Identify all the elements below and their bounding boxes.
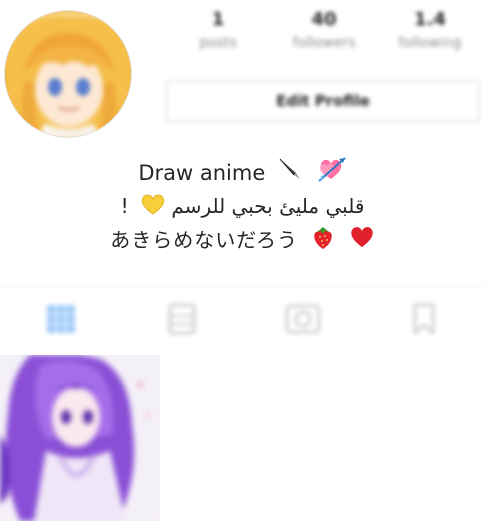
tab-saved[interactable]: [364, 287, 485, 354]
red-heart-icon: [349, 225, 375, 259]
profile-avatar[interactable]: [4, 10, 132, 138]
avatar-anime-art: [5, 11, 131, 137]
posts-label: posts: [199, 35, 237, 51]
profile-page: 1 posts 40 followers 1.4 following Edit …: [0, 0, 485, 521]
grid-icon: [44, 302, 78, 340]
bio-line-3: あきらめないだろう: [0, 223, 485, 257]
tab-grid[interactable]: [0, 287, 121, 354]
tagged-icon: [284, 302, 322, 340]
bio-line-2: قلبي مليئ بحبي للرسم !: [0, 189, 485, 223]
bio-line-1-text: Draw anime: [138, 161, 266, 185]
profile-stats: 1 posts 40 followers 1.4 following: [168, 8, 480, 70]
tab-list[interactable]: [121, 287, 242, 354]
profile-bio: Draw anime قلبي مليئ بحبي للرسم ! あきらめない…: [0, 155, 485, 257]
stat-following[interactable]: 1.4 following: [380, 8, 480, 70]
bio-line-1: Draw anime: [0, 155, 485, 189]
profile-tab-bar: [0, 286, 485, 354]
bio-line-2-suffix: !: [120, 194, 129, 218]
strawberry-icon: [311, 224, 335, 260]
list-icon: [167, 302, 197, 340]
following-count: 1.4: [414, 9, 446, 30]
stat-posts[interactable]: 1 posts: [168, 8, 268, 70]
yellow-heart-icon: [141, 191, 165, 225]
posts-count: 1: [211, 9, 225, 30]
saved-icon: [410, 302, 438, 340]
followers-label: followers: [292, 35, 356, 51]
post-anime-art: [0, 355, 160, 521]
stat-followers[interactable]: 40 followers: [274, 8, 374, 70]
tab-tagged[interactable]: [243, 287, 364, 354]
bio-line-3-text: あきらめないだろう: [110, 228, 299, 252]
following-label: following: [398, 35, 462, 51]
fountain-pen-icon: [278, 157, 304, 191]
edit-profile-button[interactable]: Edit Profile: [166, 80, 480, 122]
bio-line-2-text: قلبي مليئ بحبي للرسم: [171, 194, 365, 218]
heart-with-arrow-icon: [317, 155, 347, 193]
followers-count: 40: [311, 9, 337, 30]
post-thumbnail[interactable]: [0, 355, 160, 521]
